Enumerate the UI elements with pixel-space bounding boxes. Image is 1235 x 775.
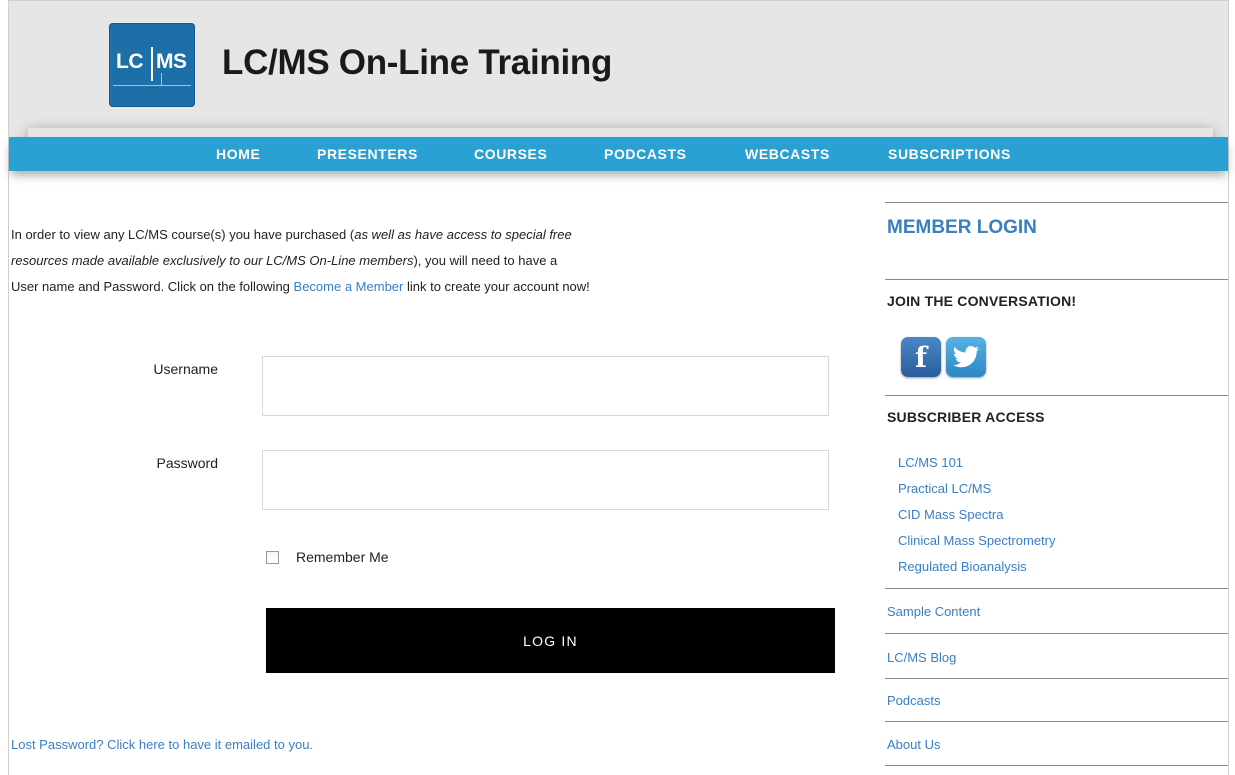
- logo-divider: [151, 47, 153, 81]
- subscriber-link-regulated-bioanalysis[interactable]: Regulated Bioanalysis: [898, 559, 1027, 574]
- intro-part1: In order to view any LC/MS course(s) you…: [11, 227, 355, 242]
- intro-part4: link to create your account now!: [403, 279, 590, 294]
- sidebar-link-lcms-blog[interactable]: LC/MS Blog: [887, 650, 956, 665]
- nav-presenters[interactable]: PRESENTERS: [317, 137, 418, 171]
- subscriber-link-practical-lcms[interactable]: Practical LC/MS: [898, 481, 991, 496]
- sidebar-divider: [885, 678, 1228, 679]
- logo-spectrum-peak: [161, 73, 162, 85]
- password-label: Password: [156, 455, 218, 471]
- logo-spectrum-baseline: [113, 85, 191, 86]
- twitter-bird-icon: [953, 346, 979, 368]
- sidebar-divider: [885, 721, 1228, 722]
- intro-part3: User name and Password. Click on the fol…: [11, 279, 294, 294]
- twitter-icon[interactable]: [946, 337, 986, 377]
- remember-me-checkbox[interactable]: [266, 551, 279, 564]
- become-member-link[interactable]: Become a Member: [294, 279, 404, 294]
- nav-podcasts[interactable]: PODCASTS: [604, 137, 687, 171]
- logo-text-ms: MS: [156, 50, 187, 73]
- password-input[interactable]: [262, 450, 829, 510]
- intro-italic1: as well as have access to special free: [354, 227, 572, 242]
- join-conversation-heading: JOIN THE CONVERSATION!: [887, 293, 1077, 309]
- nav-courses[interactable]: COURSES: [474, 137, 547, 171]
- facebook-icon[interactable]: f: [901, 337, 941, 377]
- nav-webcasts[interactable]: WEBCASTS: [745, 137, 830, 171]
- subscriber-link-cid-mass-spectra[interactable]: CID Mass Spectra: [898, 507, 1003, 522]
- site-logo[interactable]: LC MS: [109, 23, 195, 107]
- sidebar-divider: [885, 588, 1228, 589]
- main-nav: HOME PRESENTERS COURSES PODCASTS WEBCAST…: [9, 137, 1228, 171]
- subscriber-link-lcms-101[interactable]: LC/MS 101: [898, 455, 963, 470]
- nav-subscriptions[interactable]: SUBSCRIPTIONS: [888, 137, 1011, 171]
- remember-me-label[interactable]: Remember Me: [296, 549, 389, 565]
- sidebar-divider: [885, 202, 1228, 203]
- username-input[interactable]: [262, 356, 829, 416]
- subscriber-access-heading: SUBSCRIBER ACCESS: [887, 409, 1045, 425]
- logo-text-lc: LC: [116, 50, 144, 73]
- sidebar-divider: [885, 395, 1228, 396]
- subscriber-link-clinical-mass-spectrometry[interactable]: Clinical Mass Spectrometry: [898, 533, 1056, 548]
- site-title[interactable]: LC/MS On-Line Training: [222, 43, 612, 83]
- sidebar-link-podcasts[interactable]: Podcasts: [887, 693, 940, 708]
- member-login-link[interactable]: MEMBER LOGIN: [887, 217, 1037, 239]
- intro-part2: ), you will need to have a: [413, 253, 558, 268]
- login-button[interactable]: LOG IN: [266, 608, 835, 673]
- sidebar-divider: [885, 633, 1228, 634]
- intro-italic2: resources made available exclusively to …: [11, 253, 414, 268]
- lost-password-link[interactable]: Lost Password? Click here to have it ema…: [11, 737, 313, 752]
- nav-home[interactable]: HOME: [216, 137, 260, 171]
- username-label: Username: [153, 361, 218, 377]
- sidebar-link-sample-content[interactable]: Sample Content: [887, 604, 980, 619]
- intro-text: In order to view any LC/MS course(s) you…: [11, 222, 771, 300]
- sidebar-link-about-us[interactable]: About Us: [887, 737, 940, 752]
- sidebar-divider: [885, 765, 1228, 766]
- sidebar-divider: [885, 279, 1228, 280]
